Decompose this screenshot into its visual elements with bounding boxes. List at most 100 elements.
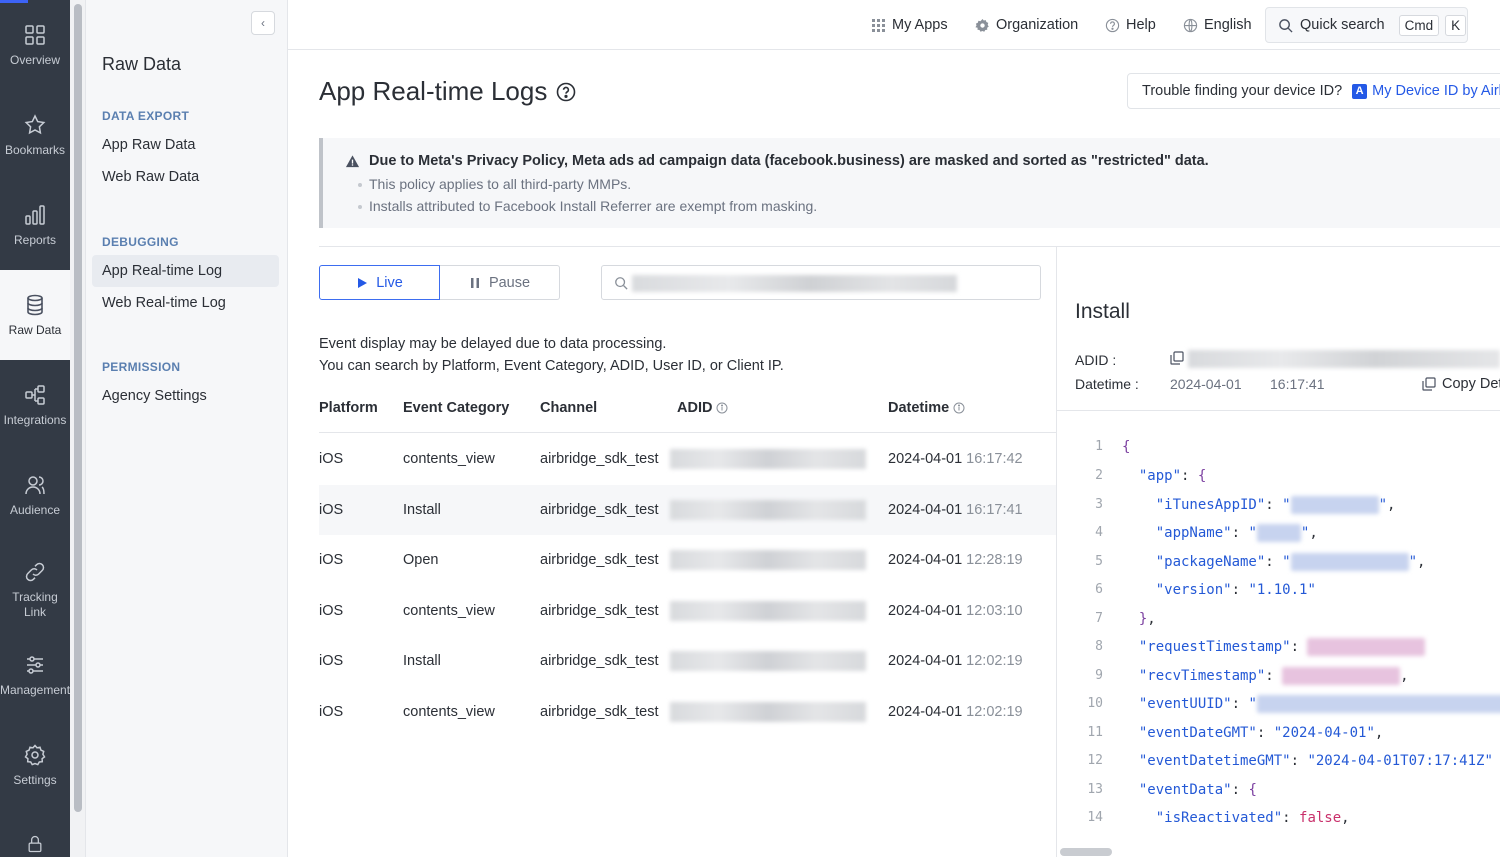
event-category-cell: contents_view [403, 603, 495, 619]
rail-scrollbar[interactable] [70, 0, 86, 857]
organization-button[interactable]: Organization [975, 0, 1078, 50]
table-header-divider [319, 432, 1056, 433]
help-label: Help [1126, 17, 1156, 33]
collapse-sidebar-button[interactable]: ‹ [251, 11, 275, 35]
pause-button[interactable]: Pause [440, 265, 560, 300]
line-number: 10 [1087, 696, 1103, 711]
copy-details-button[interactable]: Copy Details [1422, 376, 1500, 392]
sidebar-item-web-raw-data[interactable]: Web Raw Data [92, 161, 279, 193]
json-value: "2024-04-01" [1273, 725, 1375, 741]
line-number: 3 [1095, 497, 1103, 512]
alert-title-text: Due to Meta's Privacy Policy, Meta ads a… [369, 153, 1209, 169]
page-title-text: App Real-time Logs [319, 76, 548, 106]
column-header-label: Channel [540, 400, 598, 416]
code-horizontal-scrollbar[interactable] [1060, 848, 1112, 856]
time-text: 12:03:10 [966, 603, 1023, 619]
rail-item-raw-data[interactable]: Raw Data [0, 270, 70, 360]
section-heading-debugging: DEBUGGING [102, 235, 179, 249]
table-row[interactable]: iOS Install airbridge_sdk_test 2024-04-0… [319, 636, 1056, 686]
content-divider [319, 246, 1500, 247]
copy-details-label: Copy Details [1442, 376, 1500, 392]
line-number: 6 [1095, 582, 1103, 597]
column-header-label: ADID [677, 400, 713, 416]
json-key: "app" [1138, 468, 1182, 484]
rail-scrollbar-thumb[interactable] [74, 4, 82, 812]
date-text: 2024-04-01 [888, 502, 963, 518]
redacted-detail-adid [1188, 350, 1500, 368]
rail-label: Raw Data [8, 322, 62, 337]
line-number: 4 [1095, 525, 1103, 540]
rail-item-management[interactable]: Management [0, 630, 70, 720]
column-header-datetime: Datetime [888, 400, 965, 416]
event-category-cell: contents_view [403, 704, 495, 720]
top-header: My Apps Organization Help English Quick … [288, 0, 1500, 50]
detail-date: 2024-04-01 [1170, 376, 1242, 392]
my-device-id-link[interactable]: A My Device ID by Airbridge [1352, 83, 1500, 99]
column-header-event-category: Event Category [403, 400, 509, 416]
datetime-cell: 2024-04-01 12:03:10 [888, 586, 1023, 636]
rail-label: Reports [13, 232, 57, 247]
help-circle-icon[interactable] [556, 82, 576, 102]
rail-label: Audience [9, 502, 61, 517]
sidebar-item-web-realtime-log[interactable]: Web Real-time Log [92, 287, 279, 319]
event-category-cell: contents_view [403, 451, 495, 467]
info-icon[interactable] [953, 402, 965, 414]
secondary-sidebar: ‹ Raw Data DATA EXPORT App Raw Data Web … [86, 0, 288, 857]
json-key: "eventDatetimeGMT" [1138, 753, 1291, 769]
language-selector[interactable]: English [1183, 0, 1252, 50]
chevron-left-icon: ‹ [261, 16, 265, 30]
my-apps-label: My Apps [892, 17, 948, 33]
table-row[interactable]: iOS contents_view airbridge_sdk_test 202… [319, 586, 1056, 636]
json-key: "requestTimestamp" [1138, 639, 1291, 655]
time-text: 12:28:19 [966, 552, 1023, 568]
sidebar-item-agency-settings[interactable]: Agency Settings [92, 380, 279, 412]
my-apps-button[interactable]: My Apps [871, 0, 948, 50]
integrations-icon [25, 384, 45, 405]
star-icon [24, 113, 46, 134]
table-row[interactable]: iOS contents_view airbridge_sdk_test 202… [319, 687, 1056, 737]
detail-adid-label: ADID : [1075, 352, 1117, 368]
table-row[interactable]: iOS Open airbridge_sdk_test 2024-04-01 12… [319, 535, 1056, 585]
redacted-adid-cell [670, 702, 866, 722]
json-key: "eventDateGMT" [1138, 725, 1257, 741]
column-header-platform: Platform [319, 400, 378, 416]
sidebar-item-app-realtime-log[interactable]: App Real-time Log [92, 255, 279, 287]
rail-item-bookmarks[interactable]: Bookmarks [0, 90, 70, 180]
rail-item-audience[interactable]: Audience [0, 450, 70, 540]
redacted-adid-cell [670, 550, 866, 570]
overview-icon [25, 24, 45, 45]
info-icon[interactable] [716, 402, 728, 414]
event-category-cell: Open [403, 552, 439, 568]
log-search-input[interactable] [601, 265, 1041, 300]
rail-item-overview[interactable]: Overview [0, 0, 70, 90]
rail-item-reports[interactable]: Reports [0, 180, 70, 270]
json-key: "eventUUID" [1138, 696, 1232, 712]
line-number: 13 [1087, 782, 1103, 797]
help-button[interactable]: Help [1105, 0, 1156, 50]
json-value: "2024-04-01T07:17:41Z" [1307, 753, 1493, 769]
alert-bullet: Installs attributed to Facebook Install … [357, 198, 818, 214]
json-key: "appName" [1155, 525, 1232, 541]
event-category-cell: Install [403, 502, 441, 518]
lock-icon [28, 835, 42, 853]
globe-icon [1183, 18, 1198, 32]
sidebar-item-app-raw-data[interactable]: App Raw Data [92, 129, 279, 161]
rail-item-settings[interactable]: Settings [0, 720, 70, 810]
time-text: 16:17:41 [966, 502, 1023, 518]
table-row[interactable]: iOS contents_view airbridge_sdk_test 202… [319, 434, 1056, 484]
redacted-adid-cell [670, 500, 866, 520]
live-button[interactable]: Live [319, 265, 440, 300]
rail-label: Management [0, 682, 71, 697]
datetime-cell: 2024-04-01 12:02:19 [888, 687, 1023, 737]
table-row-selected[interactable]: iOS Install airbridge_sdk_test 2024-04-0… [319, 485, 1056, 535]
line-number: 2 [1095, 468, 1103, 483]
quick-search-button[interactable]: Quick search Cmd K [1265, 7, 1468, 43]
json-value: false [1299, 810, 1342, 826]
redacted-value [1290, 496, 1379, 514]
rail-item-integrations[interactable]: Integrations [0, 360, 70, 450]
rail-item-lock[interactable] [0, 820, 70, 857]
copy-icon[interactable] [1170, 351, 1184, 365]
datetime-cell: 2024-04-01 12:02:19 [888, 636, 1023, 686]
rail-item-tracking-link[interactable]: Tracking Link [0, 540, 70, 640]
search-icon [1279, 18, 1293, 33]
